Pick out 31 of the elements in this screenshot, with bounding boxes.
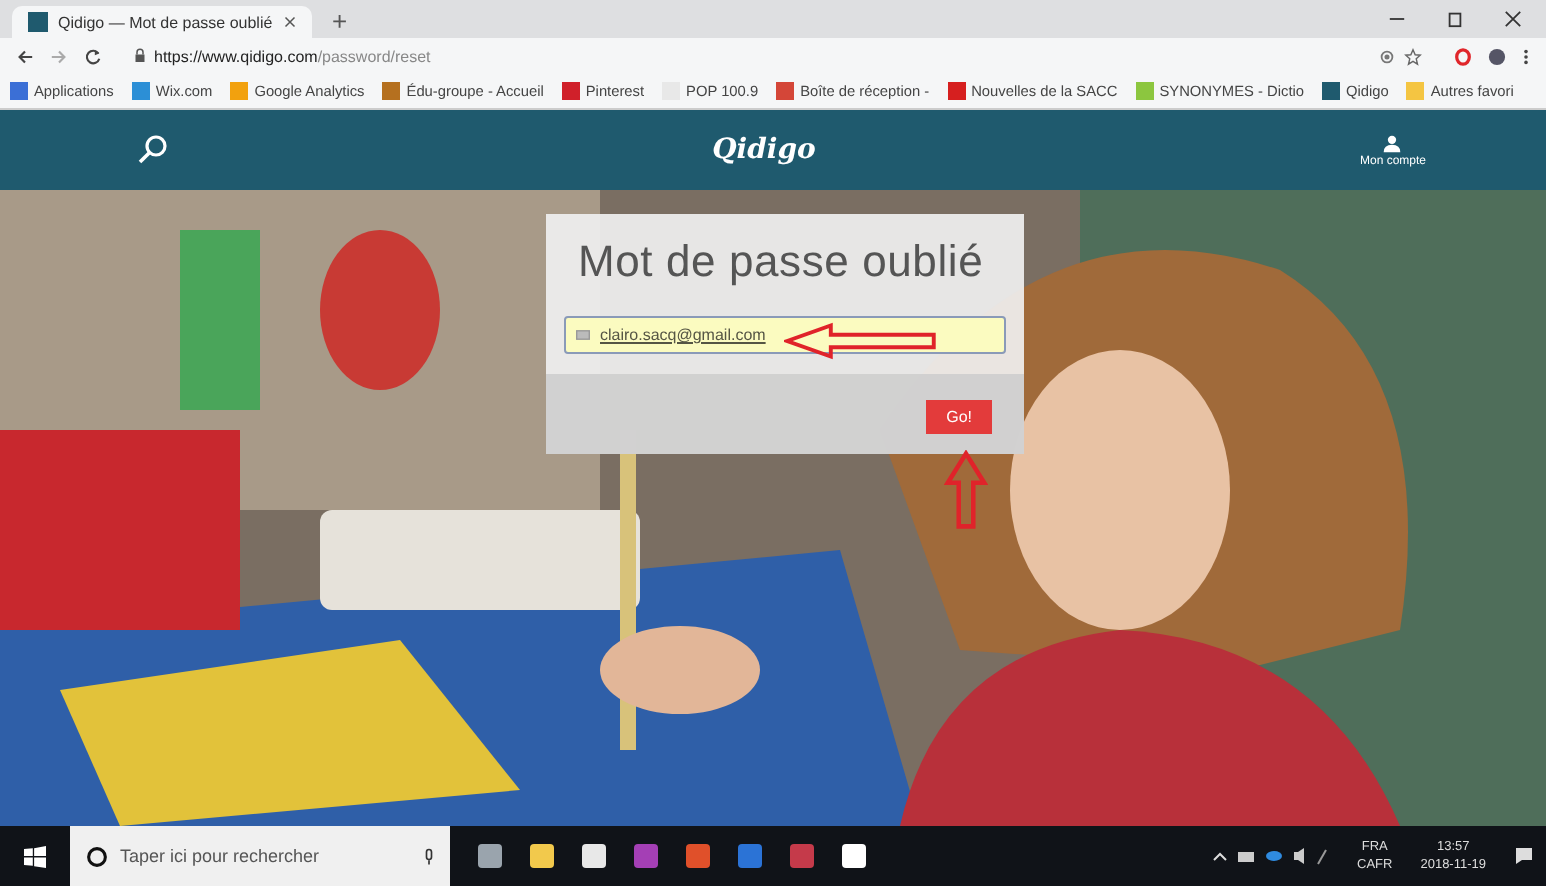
taskbar-search-field[interactable]: Taper ici pour rechercher [70,826,450,886]
taskbar-app-icon[interactable] [530,844,554,868]
taskbar-app-icon[interactable] [582,844,606,868]
star-icon[interactable] [1404,47,1422,65]
email-field[interactable]: clairo.sacq@gmail.com [564,316,1006,354]
restore-icon[interactable] [1446,10,1464,28]
user-icon [1382,133,1403,153]
site-logo[interactable]: Qidigo [168,134,1360,166]
reload-icon[interactable] [84,47,102,65]
profile-avatar-icon[interactable] [1488,47,1506,65]
lock-icon [134,48,146,64]
browser-tab[interactable]: Qidigo — Mot de passe oublié [12,6,312,38]
notification-icon[interactable] [1514,846,1534,866]
system-tray-icons[interactable] [1209,846,1330,866]
new-tab-button[interactable]: + [332,6,348,36]
target-icon[interactable] [1378,47,1396,65]
taskbar-app-icon[interactable] [842,844,866,868]
card-title: Mot de passe oublié [576,234,986,288]
windows-start-icon[interactable] [24,845,46,867]
arrow-annotation [944,450,988,530]
menu-icon[interactable] [1522,47,1530,65]
close-icon[interactable] [1504,10,1522,28]
submit-button[interactable]: Go! [926,400,992,434]
site-favicon-icon [28,12,48,32]
back-arrow-icon[interactable] [16,47,34,65]
search-icon[interactable] [136,134,168,166]
envelope-icon [576,330,590,340]
close-icon[interactable] [284,16,296,28]
microphone-icon[interactable] [424,847,434,865]
opera-icon[interactable] [1454,47,1472,65]
circle-icon [86,845,108,867]
